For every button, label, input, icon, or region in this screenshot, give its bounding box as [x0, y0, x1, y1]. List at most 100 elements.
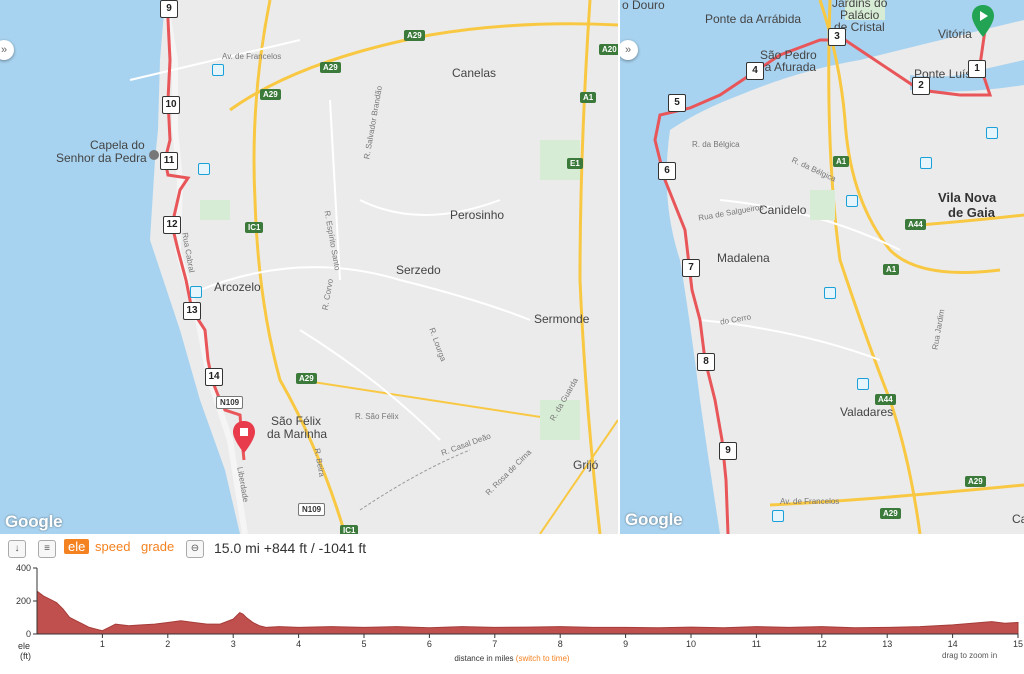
road-shield: A1	[883, 264, 900, 275]
street: R. São Félix	[355, 412, 399, 421]
route-marker[interactable]: 1	[968, 60, 986, 78]
x-tick-label: 7	[492, 639, 497, 649]
transit-icon	[212, 64, 224, 76]
place-serzedo: Serzedo	[396, 263, 441, 277]
tab-speed[interactable]: speed	[95, 539, 130, 554]
x-tick-label: 10	[686, 639, 696, 649]
route-marker[interactable]: 12	[163, 216, 181, 234]
chevron-right-icon: »	[0, 44, 8, 56]
x-tick-label: 5	[361, 639, 366, 649]
transit-icon	[198, 163, 210, 175]
transit-icon	[824, 287, 836, 299]
x-tick-label: 13	[882, 639, 892, 649]
x-tick-label: 6	[427, 639, 432, 649]
google-logo-left: Google	[5, 512, 63, 531]
zoom-icon: ⊖	[190, 543, 200, 554]
transit-icon	[920, 157, 932, 169]
route-marker[interactable]: 9	[719, 442, 737, 460]
road-shield: A29	[296, 373, 317, 384]
route-marker[interactable]: 10	[162, 96, 180, 114]
x-tick-label: 2	[165, 639, 170, 649]
place-ca: Ca	[1012, 512, 1024, 526]
road-shield: A29	[260, 89, 281, 100]
road-shield: A29	[404, 30, 425, 41]
x-axis-label: distance in miles (switch to time)	[0, 654, 1024, 663]
place-vila-nova: Vila Nova	[938, 190, 997, 205]
transit-icon	[772, 510, 784, 522]
x-tick-label: 1	[100, 639, 105, 649]
route-stats: 15.0 mi +844 ft / -1041 ft	[214, 540, 367, 556]
route-marker[interactable]: 13	[183, 302, 201, 320]
start-pin-icon[interactable]	[971, 4, 995, 38]
route-marker[interactable]: 8	[697, 353, 715, 371]
road-shield: A29	[965, 476, 986, 487]
place-senhor: Senhor da Pedra	[56, 151, 147, 165]
x-tick-label: 9	[623, 639, 628, 649]
place-canidelo: Canidelo	[759, 203, 807, 217]
download-icon: ↓	[14, 543, 20, 554]
route-marker[interactable]: 4	[746, 62, 764, 80]
chevron-right-icon: »	[624, 44, 632, 56]
route-marker[interactable]: 14	[205, 368, 223, 386]
road-shield: IC1	[245, 222, 264, 233]
route-marker[interactable]: 5	[668, 94, 686, 112]
menu-button[interactable]: ≡	[38, 540, 56, 558]
x-tick-label: 12	[817, 639, 827, 649]
street: R. da Bélgica	[692, 140, 740, 149]
road-shield: E1	[567, 158, 583, 169]
tab-ele[interactable]: ele	[64, 539, 90, 554]
road-shield: A44	[875, 394, 896, 405]
place-capela: Capela do	[90, 138, 145, 152]
route-marker[interactable]: 6	[658, 162, 676, 180]
road-shield: IC1	[340, 525, 359, 534]
transit-icon	[846, 195, 858, 207]
zoom-button[interactable]: ⊖	[186, 540, 204, 558]
road-shield: A20	[599, 44, 618, 55]
y-tick-label: 200	[16, 596, 31, 606]
road-shield: A29	[880, 508, 901, 519]
place-arcozelo: Arcozelo	[214, 280, 261, 294]
road-shield: N109	[216, 396, 244, 409]
route-marker[interactable]: 7	[682, 259, 700, 277]
map-right[interactable]: Google » Vitória Vila Nova de Gaia Canid…	[620, 0, 1024, 534]
y-tick-label: 0	[26, 629, 31, 639]
place-canelas: Canelas	[452, 66, 497, 80]
tab-grade[interactable]: grade	[141, 539, 174, 554]
road-shield: N109	[298, 503, 326, 516]
place-ponte-arrabida: Ponte da Arrábida	[705, 12, 802, 26]
x-tick-label: 11	[752, 639, 761, 649]
place-sermonde: Sermonde	[534, 312, 590, 326]
elevation-panel: ↓ ≡ ele speed grade ⊖ 15.0 mi +844 ft / …	[0, 534, 1024, 674]
download-button[interactable]: ↓	[8, 540, 26, 558]
road-shield: A44	[905, 219, 926, 230]
road-shield: A1	[580, 92, 597, 103]
y-tick-label: 400	[16, 563, 31, 573]
place-vitoria: Vitória	[938, 27, 972, 41]
end-pin-icon[interactable]	[232, 420, 256, 454]
route-marker[interactable]: 9	[160, 0, 178, 18]
x-tick-label: 8	[558, 639, 563, 649]
x-tick-label: 14	[948, 639, 958, 649]
zoom-hint: drag to zoom in	[942, 651, 998, 660]
street: Av. de Francelos	[780, 497, 840, 506]
transit-icon	[857, 378, 869, 390]
road-shield: A29	[320, 62, 341, 73]
route-marker[interactable]: 2	[912, 77, 930, 95]
x-tick-label: 15	[1013, 639, 1023, 649]
menu-icon: ≡	[44, 543, 50, 554]
google-logo-right: Google	[625, 510, 683, 529]
place-da-afurada: da Afurada	[758, 60, 817, 74]
road-shield: A1	[833, 156, 850, 167]
route-marker[interactable]: 3	[828, 28, 846, 46]
route-marker[interactable]: 11	[160, 152, 178, 170]
switch-to-time-link[interactable]: (switch to time)	[516, 654, 570, 663]
place-sao-felix: São Félix	[271, 414, 322, 428]
x-tick-label: 4	[296, 639, 301, 649]
place-da-marinha: da Marinha	[267, 427, 328, 441]
elevation-chart[interactable]: 02004001 2 3 4 5 6 7 8 9 10 11 12 13 14 15	[0, 560, 1024, 656]
place-grijo: Grijó	[573, 458, 599, 472]
transit-icon	[190, 286, 202, 298]
x-tick-label: 3	[231, 639, 236, 649]
map-left[interactable]: Google » Canelas Perosinho Serzedo Sermo…	[0, 0, 618, 534]
place-douro: o Douro	[622, 0, 665, 12]
